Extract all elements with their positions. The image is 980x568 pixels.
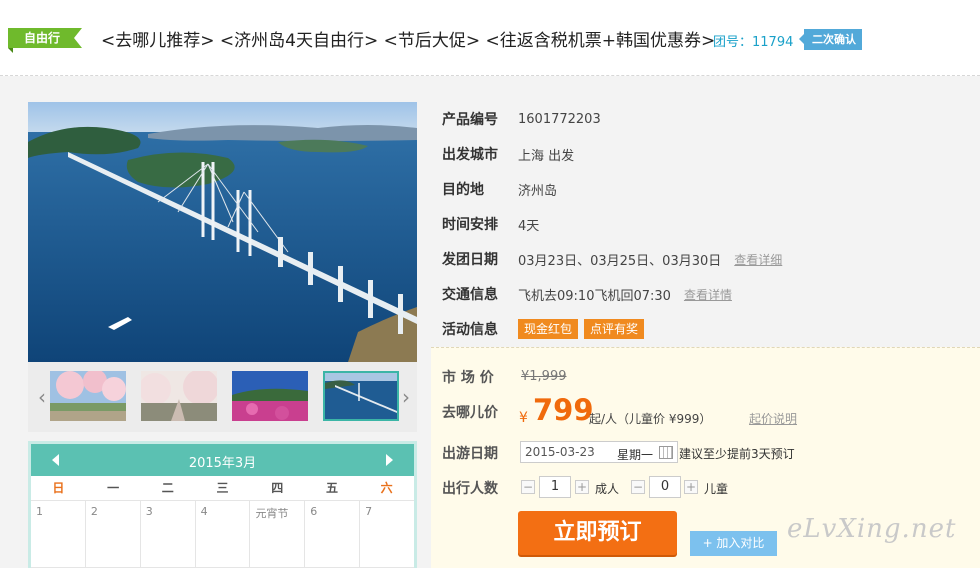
info-label: 交通信息: [442, 287, 498, 303]
chevron-right-icon[interactable]: ›: [398, 382, 414, 412]
weekday-mon: 一: [107, 481, 120, 495]
info-value: 1601772203: [518, 111, 601, 127]
info-row-destination: 目的地 济州岛: [442, 178, 557, 200]
info-value: 上海 出发: [518, 148, 575, 164]
view-details-link[interactable]: 查看详细: [734, 251, 782, 268]
confirm-badge: 二次确认: [799, 29, 862, 50]
calendar-day[interactable]: 1: [31, 501, 86, 568]
info-label: 活动信息: [442, 322, 498, 338]
weekday-wed: 三: [216, 481, 229, 495]
promo-review-reward[interactable]: 点评有奖: [584, 319, 645, 339]
info-value: 4天: [518, 218, 540, 234]
adult-label: 成人: [595, 482, 620, 496]
free-travel-tag: 自由行: [8, 28, 83, 48]
calendar-next-month-icon[interactable]: [382, 452, 396, 468]
info-value: 飞机去09:10飞机回07:30: [518, 288, 671, 304]
info-label: 目的地: [442, 182, 484, 198]
price-suffix: 起/人（儿童价 ¥999）: [589, 412, 712, 426]
sale-price: 799: [533, 393, 594, 427]
promo-cash-red-packet[interactable]: 现金红包: [518, 319, 579, 339]
advance-booking-note: 建议至少提前3天预订: [679, 447, 795, 461]
market-price-label: 市 场 价: [442, 370, 494, 386]
adult-quantity-input[interactable]: 1: [539, 476, 571, 498]
calendar-icon[interactable]: [659, 446, 673, 459]
calendar-day[interactable]: 4: [195, 501, 251, 568]
adult-plus-button[interactable]: +: [575, 480, 589, 494]
info-label: 发团日期: [442, 252, 498, 268]
departure-calendar: 2015年3月 日 一 二 三 四 五 六 1 2 3 4 元宵节 6 7: [28, 441, 417, 568]
qunar-price-label: 去哪儿价: [442, 405, 498, 421]
calendar-weekdays: 日 一 二 三 四 五 六: [31, 476, 414, 501]
calendar-day[interactable]: 7: [360, 501, 415, 568]
info-label: 时间安排: [442, 217, 498, 233]
book-now-button[interactable]: 立即预订: [518, 511, 677, 555]
weekday-tue: 二: [161, 481, 174, 495]
info-label: 出发城市: [442, 147, 498, 163]
add-to-compare-button[interactable]: + 加入对比: [690, 531, 777, 556]
info-row-product-id: 产品编号 1601772203: [442, 108, 601, 130]
weekday-sun: 日: [52, 481, 65, 495]
child-plus-button[interactable]: +: [684, 480, 698, 494]
group-number: 团号：11794: [713, 35, 794, 50]
market-price: ¥1,999: [521, 369, 567, 384]
travel-date-input[interactable]: 2015-03-23 星期一: [520, 441, 678, 463]
product-title: <去哪儿推荐> <济州岛4天自由行> <节后大促> <往返含税机票+韩国优惠券>: [101, 31, 716, 51]
weekday-sat: 六: [380, 481, 393, 495]
calendar-day[interactable]: 3: [140, 501, 196, 568]
info-value: 济州岛: [518, 183, 558, 199]
calendar-day[interactable]: 元宵节: [250, 501, 306, 568]
main-photo: [28, 102, 417, 362]
site-watermark: eLvXing.net: [787, 514, 957, 544]
price-panel: 市 场 价 ¥1,999 去哪儿价 ¥ 799 起/人（儿童价 ¥999） 起价…: [431, 347, 980, 568]
tag-fold: [8, 48, 13, 53]
thumbnail-bridge[interactable]: [323, 371, 399, 421]
thumbnail-cherry-blossom[interactable]: [50, 371, 126, 421]
page-header: 自由行 <去哪儿推荐> <济州岛4天自由行> <节后大促> <往返含税机票+韩国…: [0, 0, 980, 76]
travel-date-weekday: 星期一: [617, 448, 654, 462]
travelers-label: 出行人数: [442, 481, 498, 497]
info-row-transport: 交通信息 飞机去09:10飞机回07:30 查看详情: [442, 283, 732, 305]
travel-date-value: 2015-03-23: [525, 445, 595, 459]
chevron-left-icon[interactable]: ‹: [34, 382, 50, 412]
page: 自由行 <去哪儿推荐> <济州岛4天自由行> <节后大促> <往返含税机票+韩国…: [0, 0, 980, 568]
calendar-month-title: 2015年3月: [188, 456, 257, 471]
child-label: 儿童: [704, 482, 729, 496]
info-value: 03月23日、03月25日、03月30日: [518, 253, 722, 269]
price-explanation-link[interactable]: 起价说明: [749, 410, 797, 427]
info-row-departure-dates: 发团日期 03月23日、03月25日、03月30日 查看详细: [442, 248, 782, 270]
thumbnail-blossom-road[interactable]: [141, 371, 217, 421]
weekday-thu: 四: [271, 481, 284, 495]
child-quantity-input[interactable]: 0: [649, 476, 681, 498]
thumbnail-strip: ‹ ›: [28, 362, 417, 432]
child-minus-button[interactable]: −: [631, 480, 645, 494]
travel-date-label: 出游日期: [442, 446, 498, 462]
adult-minus-button[interactable]: −: [521, 480, 535, 494]
weekday-fri: 五: [325, 481, 338, 495]
info-row-duration: 时间安排 4天: [442, 213, 539, 235]
calendar-header: 2015年3月: [31, 444, 414, 476]
currency-symbol: ¥: [519, 410, 528, 426]
info-label: 产品编号: [442, 112, 498, 128]
info-row-departure-city: 出发城市 上海 出发: [442, 143, 574, 165]
calendar-day[interactable]: 6: [305, 501, 361, 568]
thumbnail-azalea-hill[interactable]: [232, 371, 308, 421]
calendar-week-row: 1 2 3 4 元宵节 6 7: [31, 501, 415, 568]
view-transport-link[interactable]: 查看详情: [684, 286, 732, 303]
calendar-day[interactable]: 2: [85, 501, 141, 568]
info-row-promotions: 活动信息 现金红包 点评有奖: [442, 318, 650, 340]
